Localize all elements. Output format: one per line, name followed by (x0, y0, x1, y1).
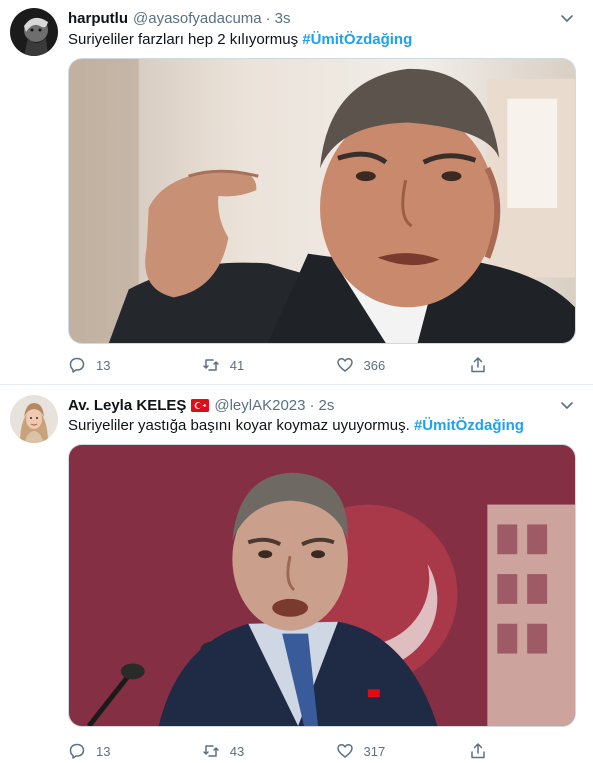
separator-dot: · (265, 9, 271, 27)
reply-action[interactable]: 13 (68, 356, 202, 374)
separator-dot: · (309, 396, 315, 414)
tweet-text-body: Suriyeliler yastığa başını koyar koymaz … (68, 417, 414, 434)
tweet-timestamp[interactable]: 2s (319, 397, 335, 414)
photo-man-speaking-parliament (69, 445, 575, 726)
display-name[interactable]: Av. Leyla KELEŞ (68, 397, 186, 414)
hashtag-link[interactable]: #ÜmitÖzdağing (414, 417, 524, 434)
avatar-image (10, 395, 58, 443)
tweet-card[interactable]: Av. Leyla KELEŞ @leylAK2023 · 2s Suriyel… (0, 385, 593, 763)
like-count: 317 (363, 743, 386, 759)
user-handle[interactable]: @leylAK2023 (214, 397, 305, 414)
heart-icon (336, 744, 353, 758)
reply-icon (69, 357, 85, 373)
reply-icon (69, 743, 85, 759)
turkey-flag-icon (191, 398, 210, 412)
tweet-text: Suriyeliler yastığa başını koyar koymaz … (68, 416, 524, 436)
tweet-media-photo[interactable] (68, 444, 576, 727)
heart-icon (336, 358, 353, 372)
tweet-media-photo[interactable] (68, 58, 576, 344)
tweet-card[interactable]: harputlu @ayasofyadacuma · 3s Suriyelile… (0, 0, 593, 385)
share-icon (471, 357, 485, 373)
photo-man-gesturing (69, 59, 575, 343)
hashtag-link[interactable]: #ÜmitÖzdağing (302, 31, 412, 48)
reply-action[interactable]: 13 (68, 742, 202, 760)
like-action[interactable]: 317 (336, 742, 470, 760)
reply-count: 13 (96, 357, 111, 373)
share-action[interactable] (469, 356, 508, 374)
tweet-text-body: Suriyeliler farzları hep 2 kılıyormuş (68, 31, 303, 48)
avatar-image (10, 8, 58, 56)
tweet-text: Suriyeliler farzları hep 2 kılıyormuş #Ü… (68, 30, 412, 50)
tweet-header: Av. Leyla KELEŞ @leylAK2023 · 2s (68, 395, 334, 415)
retweet-icon (203, 745, 219, 757)
share-action[interactable] (469, 742, 508, 760)
share-icon (471, 743, 485, 759)
reply-count: 13 (96, 743, 111, 759)
retweet-action[interactable]: 41 (202, 356, 336, 374)
more-options-chevron-icon[interactable] (559, 10, 575, 26)
retweet-action[interactable]: 43 (202, 742, 336, 760)
tweet-timestamp[interactable]: 3s (275, 10, 291, 27)
more-options-chevron-icon[interactable] (559, 397, 575, 413)
retweet-count: 41 (229, 357, 245, 373)
user-avatar[interactable] (10, 8, 58, 56)
user-avatar[interactable] (10, 395, 58, 443)
retweet-count: 43 (229, 743, 245, 759)
tweet-header: harputlu @ayasofyadacuma · 3s (68, 8, 290, 28)
retweet-icon (203, 359, 219, 371)
tweet-actions: 13 41 366 (68, 354, 508, 376)
like-count: 366 (363, 357, 386, 373)
display-name[interactable]: harputlu (68, 10, 128, 27)
tweet-actions: 13 43 317 (68, 740, 508, 762)
user-handle[interactable]: @ayasofyadacuma (133, 10, 262, 27)
like-action[interactable]: 366 (336, 356, 470, 374)
